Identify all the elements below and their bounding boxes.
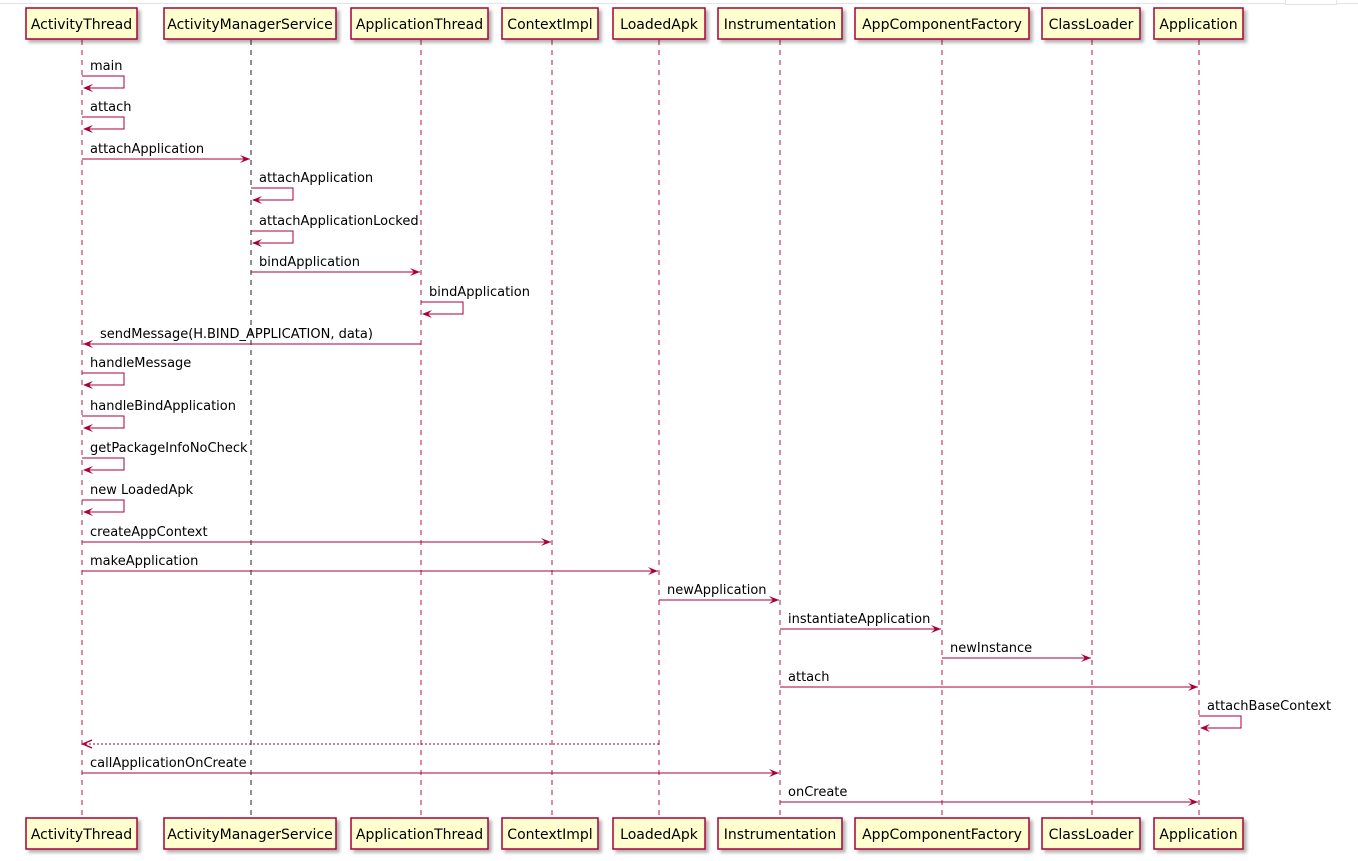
message-4[interactable]: attachApplication (251, 171, 373, 204)
participant-label: ClassLoader (1049, 827, 1134, 843)
participant-label: ClassLoader (1049, 17, 1134, 33)
message-label: bindApplication (429, 285, 530, 300)
participant-label: Instrumentation (724, 17, 836, 33)
participant-label: LoadedApk (620, 17, 699, 33)
message-11[interactable]: getPackageInfoNoCheck (82, 441, 248, 474)
message-label: attachApplication (90, 142, 204, 157)
participant-label: ActivityThread (31, 17, 132, 33)
message-label: makeApplication (90, 554, 198, 569)
message-label: bindApplication (259, 255, 360, 270)
participant-bottom-apt[interactable]: ApplicationThread (350, 817, 489, 850)
participant-label: Application (1159, 827, 1237, 843)
participant-label: Application (1159, 17, 1237, 33)
message-label: newApplication (667, 583, 767, 598)
message-6[interactable]: bindApplication (251, 255, 420, 276)
participant-bottom-ins[interactable]: Instrumentation (717, 817, 843, 850)
message-17[interactable]: newInstance (942, 641, 1091, 662)
participant-top-ci[interactable]: ContextImpl (501, 7, 599, 40)
message-19[interactable]: attachBaseContext (1199, 699, 1331, 732)
message-1[interactable]: main (82, 59, 125, 92)
participant-label: ApplicationThread (356, 17, 483, 33)
message-label: attachApplication (259, 171, 373, 186)
participant-top-ams[interactable]: ActivityManagerService (163, 7, 337, 40)
message-7[interactable]: bindApplication (421, 285, 530, 318)
participant-label: LoadedApk (620, 827, 699, 843)
participant-label: ActivityThread (31, 827, 132, 843)
participant-label: ApplicationThread (356, 827, 483, 843)
message-label: getPackageInfoNoCheck (90, 441, 248, 456)
participant-bottom-ci[interactable]: ContextImpl (501, 817, 599, 850)
participant-bottom-app[interactable]: Application (1153, 817, 1244, 850)
participant-top-acf[interactable]: AppComponentFactory (854, 7, 1030, 40)
message-21[interactable]: callApplicationOnCreate (82, 756, 779, 777)
participant-label: AppComponentFactory (862, 17, 1022, 33)
message-13[interactable]: createAppContext (82, 525, 551, 546)
participant-top-cl[interactable]: ClassLoader (1041, 7, 1141, 40)
message-5[interactable]: attachApplicationLocked (251, 214, 419, 247)
participant-label: AppComponentFactory (862, 827, 1022, 843)
participant-label: ContextImpl (507, 17, 592, 33)
message-label: attach (788, 670, 830, 685)
message-12[interactable]: new LoadedApk (82, 483, 194, 516)
message-10[interactable]: handleBindApplication (82, 399, 236, 432)
message-label: callApplicationOnCreate (90, 756, 247, 771)
participant-top-at[interactable]: ActivityThread (25, 7, 138, 40)
message-label: handleMessage (90, 356, 191, 371)
participant-label: ContextImpl (507, 827, 592, 843)
message-2[interactable]: attach (82, 100, 132, 133)
participant-top-la[interactable]: LoadedApk (612, 7, 706, 40)
message-20[interactable] (81, 739, 659, 749)
message-3[interactable]: attachApplication (82, 142, 250, 163)
participant-bottom-la[interactable]: LoadedApk (612, 817, 706, 850)
message-16[interactable]: instantiateApplication (780, 612, 941, 633)
message-15[interactable]: newApplication (659, 583, 779, 604)
message-18[interactable]: attach (780, 670, 1198, 691)
participant-label: ActivityManagerService (167, 827, 332, 843)
participant-label: Instrumentation (724, 827, 836, 843)
participant-top-ins[interactable]: Instrumentation (717, 7, 843, 40)
message-label: instantiateApplication (788, 612, 930, 627)
message-22[interactable]: onCreate (780, 785, 1198, 806)
participant-top-apt[interactable]: ApplicationThread (350, 7, 489, 40)
message-label: attachBaseContext (1207, 699, 1331, 714)
participant-top-app[interactable]: Application (1153, 7, 1244, 40)
message-label: onCreate (788, 785, 847, 800)
message-label: sendMessage(H.BIND_APPLICATION, data) (100, 327, 373, 342)
participant-bottom-cl[interactable]: ClassLoader (1041, 817, 1141, 850)
message-14[interactable]: makeApplication (82, 554, 658, 575)
message-label: newInstance (950, 641, 1032, 656)
message-label: attachApplicationLocked (259, 214, 419, 229)
participant-label: ActivityManagerService (167, 17, 332, 33)
message-label: attach (90, 100, 132, 115)
participant-bottom-ams[interactable]: ActivityManagerService (163, 817, 337, 850)
message-label: createAppContext (90, 525, 208, 540)
message-label: main (90, 59, 122, 74)
message-label: new LoadedApk (90, 483, 194, 498)
participant-bottom-acf[interactable]: AppComponentFactory (854, 817, 1030, 850)
sequence-diagram: ActivityThread ActivityThread ActivityMana… (25, 7, 1331, 850)
participant-bottom-at[interactable]: ActivityThread (25, 817, 138, 850)
message-label: handleBindApplication (90, 399, 236, 414)
message-8[interactable]: sendMessage(H.BIND_APPLICATION, data) (83, 327, 421, 348)
message-9[interactable]: handleMessage (82, 356, 191, 389)
